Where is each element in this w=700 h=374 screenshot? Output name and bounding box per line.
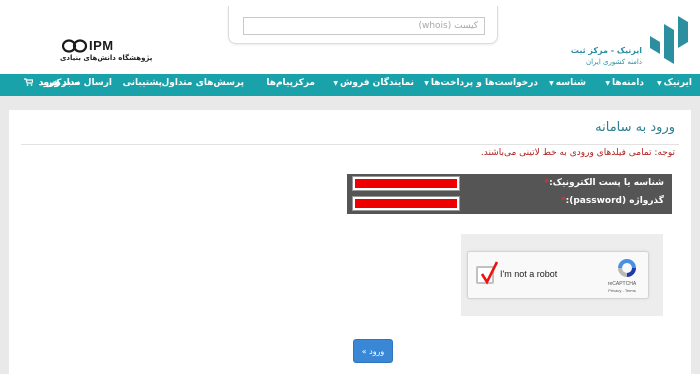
ipm-logo-text: IPM (89, 38, 114, 53)
recaptcha-checkbox[interactable] (476, 261, 499, 285)
irnic-logo[interactable]: ایرنیک - مرکز ثبت دامنه کشوری ایران (571, 10, 690, 72)
handle-label: شناسه یا پست الکترونیک:* (544, 178, 664, 188)
login-form: شناسه یا پست الکترونیک:* گذرواژه (passwo… (347, 174, 672, 214)
login-button[interactable]: ورود » (353, 339, 393, 363)
site-header: IPM پژوهشگاه دانش‌های بنیادی ایرنیک - مر… (0, 0, 700, 74)
ipm-subtitle: پژوهشگاه دانش‌های بنیادی (60, 54, 153, 62)
caret-down-icon: ▼ (657, 80, 662, 87)
nav-item-login[interactable]: ورود (39, 78, 60, 88)
caret-down-icon: ▼ (605, 80, 610, 87)
handle-input-redacted (355, 179, 457, 188)
captcha-container: I'm not a robot reCAPTCHA Privacy - Term… (461, 234, 663, 316)
caret-down-icon: ▼ (549, 80, 554, 87)
password-label: گذرواژه (password):* (560, 196, 664, 206)
latin-notice: توجه: تمامی فیلدهای ورودی به خط لاتینی م… (480, 148, 675, 158)
ipm-logo-icon (62, 39, 88, 53)
irnic-subtitle: دامنه کشوری ایران (585, 58, 642, 66)
nav-item-support[interactable]: پشتیبانی (123, 78, 162, 88)
login-panel: ورود به سامانه توجه: تمامی فیلدهای ورودی… (9, 110, 691, 374)
nav-item-message-center[interactable]: مرکزپیام‌ها (266, 78, 315, 88)
nav-item-handle[interactable]: شناسه▼ (549, 78, 586, 88)
recaptcha-privacy-terms[interactable]: Privacy - Terms (602, 288, 642, 293)
irnic-logo-icon (650, 16, 688, 64)
main-navbar: ایرنیک▼ دامنه‌ها▼ شناسه▼ درخواست‌ها و پر… (0, 74, 700, 96)
nav-item-domains[interactable]: دامنه‌ها▼ (605, 78, 644, 88)
handle-input[interactable] (352, 176, 460, 191)
whois-search-box (228, 6, 498, 44)
recaptcha-widget: I'm not a robot reCAPTCHA Privacy - Term… (467, 251, 649, 299)
checkmark-icon (480, 261, 499, 285)
caret-down-icon: ▼ (424, 80, 429, 87)
nav-item-sales-agents[interactable]: نمایندگان فروش▼ (333, 78, 414, 88)
cart-icon (24, 78, 35, 86)
nav-item-irnic[interactable]: ایرنیک▼ (657, 78, 692, 88)
ipm-logo[interactable]: IPM پژوهشگاه دانش‌های بنیادی (46, 38, 152, 68)
whois-input[interactable] (243, 17, 485, 35)
nav-item-faq[interactable]: پرسش‌های متداول (162, 78, 245, 88)
nav-item-requests-payments[interactable]: درخواست‌ها و پرداخت‌ها▼ (424, 78, 538, 88)
recaptcha-label: I'm not a robot (500, 269, 558, 279)
caret-down-icon: ▼ (333, 80, 339, 87)
password-input[interactable] (352, 196, 460, 211)
recaptcha-logo-icon (618, 259, 636, 277)
page-title: ورود به سامانه (595, 120, 675, 135)
irnic-title: ایرنیک - مرکز ثبت (570, 46, 642, 55)
password-input-redacted (355, 199, 457, 208)
title-divider (21, 144, 679, 145)
recaptcha-brand: reCAPTCHA (607, 281, 637, 287)
